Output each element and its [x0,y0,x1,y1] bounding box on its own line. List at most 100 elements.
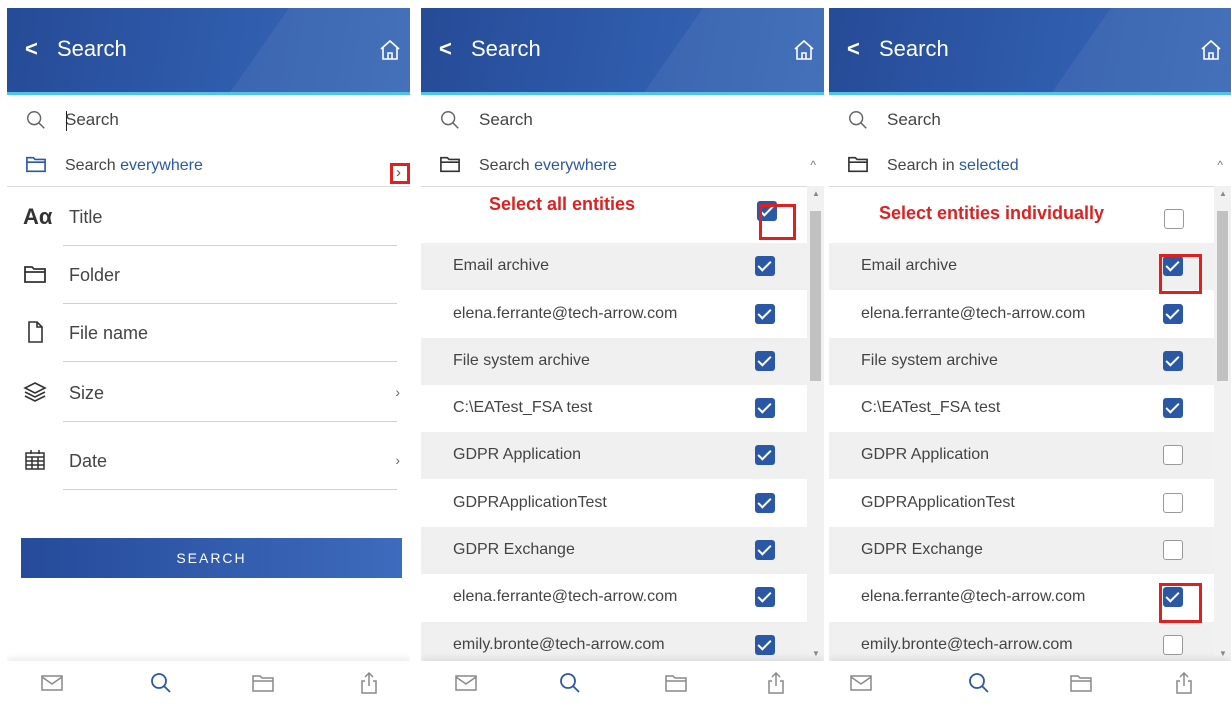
entity-label: File system archive [453,352,590,369]
list-item[interactable]: emily.bronte@tech-arrow.com [829,622,1215,661]
folder-icon [24,266,46,283]
entity-label: GDPRApplicationTest [453,494,607,511]
entity-checkbox[interactable] [755,540,775,560]
entity-checkbox[interactable] [1163,493,1183,513]
entity-checkbox[interactable] [1163,540,1183,560]
entity-checkbox[interactable] [1163,445,1183,465]
list-item[interactable]: elena.ferrante@tech-arrow.com [829,291,1215,338]
chevron-up-icon[interactable]: ^ [810,158,816,172]
entity-checkbox[interactable] [755,256,775,276]
entity-label: elena.ferrante@tech-arrow.com [861,588,1086,605]
chevron-up-icon[interactable]: ^ [1217,158,1223,172]
page-title: Search [879,36,949,61]
share-icon[interactable] [1172,671,1196,695]
list-item[interactable]: elena.ferrante@tech-arrow.com [421,291,807,338]
entity-label: GDPRApplicationTest [861,494,1015,511]
field-label: Title [69,207,103,227]
search-icon [27,111,45,129]
list-item[interactable]: GDPR Exchange [421,527,807,574]
search-input[interactable] [479,108,779,132]
search-input[interactable] [887,108,1187,132]
select-all-label: Select all entities [489,194,636,214]
entity-label: GDPR Exchange [453,541,575,558]
mail-icon[interactable] [454,671,478,695]
list-item[interactable]: GDPR Application [829,432,1215,479]
scope-expand-button[interactable]: › [390,163,410,184]
entity-checkbox[interactable] [1163,635,1183,655]
list-item[interactable]: Email archive [829,243,1215,290]
list-item[interactable]: emily.bronte@tech-arrow.com [421,622,807,661]
list-item[interactable]: File system archive [421,338,807,385]
home-icon[interactable] [378,38,402,62]
share-icon[interactable] [357,671,381,695]
folder-icon[interactable] [1069,671,1093,695]
list-item[interactable]: GDPRApplicationTest [421,480,807,527]
mail-icon[interactable] [849,671,873,695]
select-all-row[interactable]: Select entities individually [829,186,1215,233]
checkbox-highlight [1159,583,1202,623]
entity-checkbox[interactable] [755,635,775,655]
back-button[interactable]: < [847,36,860,62]
entity-checkbox[interactable] [1163,304,1183,324]
select-all-checkbox[interactable] [1164,209,1184,229]
entity-label: emily.bronte@tech-arrow.com [861,636,1073,653]
list-item[interactable]: GDPRApplicationTest [829,480,1215,527]
scrollbar[interactable]: ▲ ▼ [807,186,824,661]
entity-label: elena.ferrante@tech-arrow.com [453,305,678,322]
back-button[interactable]: < [439,36,452,62]
search-icon[interactable] [149,671,173,695]
search-input[interactable] [65,108,365,132]
list-item[interactable]: elena.ferrante@tech-arrow.com [829,574,1215,621]
list-item[interactable]: GDPR Exchange [829,527,1215,574]
layers-icon [23,382,47,402]
field-file-name[interactable]: File name [7,304,410,362]
home-icon[interactable] [792,38,816,62]
field-date[interactable]: Date › [7,432,410,490]
entity-checkbox[interactable] [1163,351,1183,371]
list-item[interactable]: GDPR Application [421,432,807,479]
entity-checkbox[interactable] [755,587,775,607]
back-button[interactable]: < [25,36,38,62]
page-title: Search [57,36,127,61]
search-button[interactable]: SEARCH [21,538,402,578]
folder-icon [848,156,868,173]
field-folder[interactable]: Folder [7,246,410,304]
field-title[interactable]: Aα Title [7,188,410,246]
list-item[interactable]: elena.ferrante@tech-arrow.com [421,574,807,621]
entity-checkbox[interactable] [755,351,775,371]
entity-checkbox[interactable] [1163,398,1183,418]
scroll-up-icon[interactable]: ▲ [1219,189,1227,198]
search-icon [849,111,867,129]
entity-checkbox[interactable] [755,493,775,513]
scroll-down-icon[interactable]: ▼ [1219,649,1227,658]
search-scope-row[interactable]: Search everywhere ^ [421,152,824,182]
search-scope-row[interactable]: Search everywhere [7,152,410,182]
app-header: < Search [7,8,410,95]
scrollbar[interactable]: ▲ ▼ [1214,186,1231,661]
entity-checkbox[interactable] [755,304,775,324]
select-all-row[interactable]: Select all entities [421,186,807,233]
search-icon[interactable] [967,671,991,695]
search-scope-row[interactable]: Search in selected ^ [829,152,1231,182]
scroll-up-icon[interactable]: ▲ [812,189,820,198]
entity-list: Select all entities Email archive elena.… [421,186,824,661]
entity-checkbox[interactable] [755,445,775,465]
field-size[interactable]: Size › [7,364,410,422]
mail-icon[interactable] [40,671,64,695]
list-item[interactable]: Email archive [421,243,807,290]
scroll-down-icon[interactable]: ▼ [812,649,820,658]
share-icon[interactable] [764,671,788,695]
search-icon[interactable] [558,671,582,695]
list-item[interactable]: C:\EATest_FSA test [829,385,1215,432]
entity-label: elena.ferrante@tech-arrow.com [861,305,1086,322]
folder-icon[interactable] [664,671,688,695]
entity-checkbox[interactable] [755,398,775,418]
search-panel-fields: < Search Search everywhere › Aα Title Fo… [7,8,410,707]
scrollbar-thumb[interactable] [1217,211,1228,381]
list-item[interactable]: File system archive [829,338,1215,385]
folder-icon[interactable] [251,671,275,695]
list-item[interactable]: C:\EATest_FSA test [421,385,807,432]
home-icon[interactable] [1199,38,1223,62]
chevron-right-icon: › [395,452,400,468]
scrollbar-thumb[interactable] [810,211,821,381]
